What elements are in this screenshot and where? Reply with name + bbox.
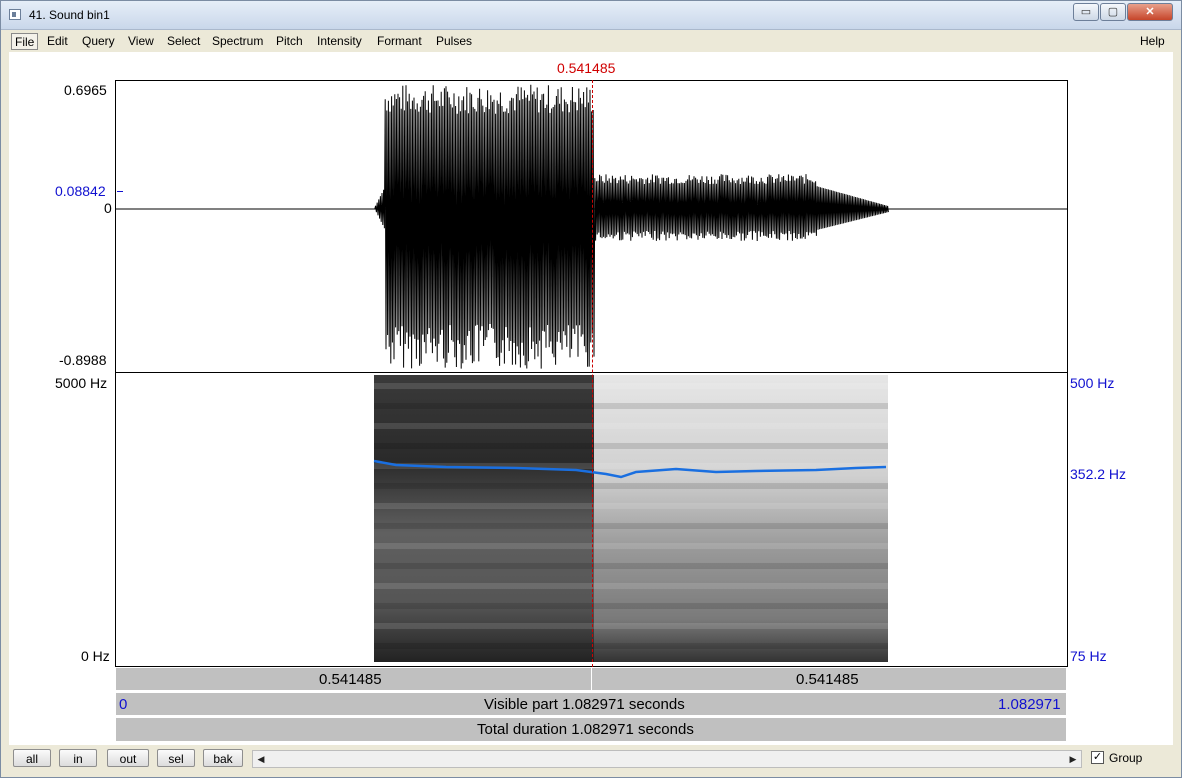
spectrogram-band xyxy=(374,443,888,449)
spectrogram-band xyxy=(374,583,888,589)
waveform-zero-label: 0 xyxy=(104,200,112,216)
scroll-right-icon[interactable]: ▶ xyxy=(1065,751,1081,767)
spectrogram-band xyxy=(374,603,888,609)
menu-formant[interactable]: Formant xyxy=(374,33,425,50)
zoom-all-button[interactable]: all xyxy=(13,749,51,767)
zoom-in-button[interactable]: in xyxy=(59,749,97,767)
pitch-top-label: 500 Hz xyxy=(1070,375,1115,391)
spectrogram-bottom-label: 0 Hz xyxy=(81,648,110,664)
maximize-button[interactable]: ▢ xyxy=(1100,3,1126,21)
window-title: 41. Sound bin1 xyxy=(29,8,110,22)
zoom-back-button[interactable]: bak xyxy=(203,749,243,767)
group-label: Group xyxy=(1109,751,1143,765)
visible-part-label: Visible part 1.082971 seconds xyxy=(484,696,685,713)
segment-bar: 0.541485 0.541485 xyxy=(115,667,1067,691)
waveform-cursor-tick xyxy=(117,191,123,192)
spectrogram-voiced-region xyxy=(374,375,594,662)
spectrogram-band xyxy=(374,503,888,509)
menu-help[interactable]: Help xyxy=(1137,33,1168,50)
menu-query[interactable]: Query xyxy=(79,33,118,50)
waveform-max-label: 0.6965 xyxy=(64,82,107,98)
spectrogram-band xyxy=(374,643,888,649)
editor-canvas[interactable]: 0.541485 0.6965 0.08842 0 -0.8988 5000 H… xyxy=(9,52,1173,745)
visible-start-label: 0 xyxy=(119,696,128,713)
segment-right-duration: 0.541485 xyxy=(796,671,859,688)
spectrogram-band xyxy=(374,623,888,629)
spectrogram-band xyxy=(374,423,888,429)
spectrogram-band xyxy=(374,543,888,549)
spectrogram-band xyxy=(374,403,888,409)
cursor-time-label: 0.541485 xyxy=(557,60,616,76)
pitch-bottom-label: 75 Hz xyxy=(1070,648,1107,664)
visible-end-label: 1.082971 xyxy=(998,696,1061,713)
total-duration-label: Total duration 1.082971 seconds xyxy=(477,721,694,738)
menu-select[interactable]: Select xyxy=(164,33,203,50)
pitch-value-label: 352.2 Hz xyxy=(1070,466,1127,482)
zoom-sel-button[interactable]: sel xyxy=(157,749,195,767)
spectrogram-band xyxy=(374,483,888,489)
segment-right[interactable]: 0.541485 xyxy=(592,668,1066,690)
app-icon xyxy=(9,9,21,20)
waveform-cursor-value-label: 0.08842 xyxy=(55,183,106,199)
group-checkbox[interactable]: ✓ xyxy=(1091,751,1104,764)
menu-view[interactable]: View xyxy=(125,33,157,50)
menu-pulses[interactable]: Pulses xyxy=(433,33,475,50)
menu-spectrum[interactable]: Spectrum xyxy=(209,33,266,50)
sound-editor-window: 41. Sound bin1 ▭ ▢ ✕ File Edit Query Vie… xyxy=(0,0,1182,778)
waveform-min-label: -0.8988 xyxy=(59,352,107,368)
spectrogram-fricative-region xyxy=(594,375,888,662)
menu-file[interactable]: File xyxy=(11,33,39,50)
cursor-line[interactable] xyxy=(592,80,593,667)
menu-bar: File Edit Query View Select Spectrum Pit… xyxy=(9,31,1173,51)
close-button[interactable]: ✕ xyxy=(1127,3,1173,21)
segment-left-duration: 0.541485 xyxy=(319,671,382,688)
menu-edit[interactable]: Edit xyxy=(44,33,71,50)
spectrogram-band xyxy=(374,523,888,529)
title-bar[interactable]: 41. Sound bin1 ▭ ▢ ✕ xyxy=(1,1,1181,30)
spectrogram-band xyxy=(374,383,888,389)
minimize-button[interactable]: ▭ xyxy=(1073,3,1099,21)
scroll-left-icon[interactable]: ◀ xyxy=(253,751,269,767)
visible-part-bar[interactable]: 0 Visible part 1.082971 seconds 1.082971 xyxy=(115,692,1067,716)
menu-intensity[interactable]: Intensity xyxy=(314,33,365,50)
zoom-out-button[interactable]: out xyxy=(107,749,149,767)
total-duration-bar[interactable]: Total duration 1.082971 seconds xyxy=(115,717,1067,742)
menu-pitch[interactable]: Pitch xyxy=(273,33,306,50)
bottom-toolbar: all in out sel bak ◀ ▶ ✓ Group xyxy=(9,746,1173,772)
spectrogram-band xyxy=(374,563,888,569)
horizontal-scrollbar[interactable]: ◀ ▶ xyxy=(252,750,1082,768)
spectrogram-top-label: 5000 Hz xyxy=(55,375,108,391)
segment-left[interactable]: 0.541485 xyxy=(116,668,592,690)
